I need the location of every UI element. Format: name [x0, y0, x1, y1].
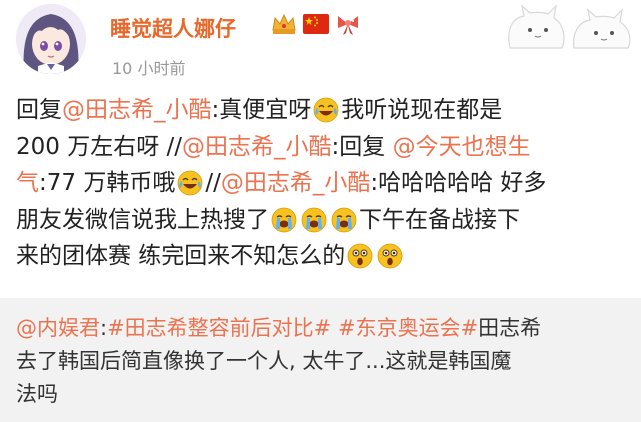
- ribbon-badge-icon[interactable]: [335, 11, 361, 41]
- anime-girl-avatar: [16, 4, 86, 74]
- user-avatar[interactable]: [16, 4, 86, 74]
- post-timestamp: 10 小时前: [112, 59, 186, 78]
- text-segment: 回复: [16, 97, 62, 123]
- post-line: 200 万左右呀 //@田志希_小酷:回复 @今天也想生: [16, 129, 631, 166]
- china-flag-icon: [303, 14, 329, 38]
- text-segment: 法吗: [16, 382, 58, 406]
- text-segment: :真便宜呀: [211, 97, 312, 123]
- text-segment: :回复: [331, 133, 393, 160]
- text-segment: 下午在备战接下: [359, 206, 520, 233]
- post-line: 朋友发微信说我上热搜了 下午在备战接下: [16, 202, 631, 239]
- repost-line: 法吗: [16, 378, 631, 411]
- repost-line: @内娱君: #田志希整容前后对比# #东京奥运会# 田志希: [16, 312, 631, 345]
- mention-link[interactable]: @内娱君: [16, 312, 100, 345]
- laugh-cry-emoji-icon: [311, 97, 341, 123]
- repost-line: 去了韩国后简直像换了一个人, 太牛了...这就是韩国魔: [16, 345, 631, 378]
- topic-link[interactable]: #东京奥运会#: [338, 312, 478, 345]
- crying-emoji-icon: [329, 207, 359, 233]
- crown-badge-icon[interactable]: [271, 12, 297, 40]
- mention-link[interactable]: @田志希_小酷: [221, 165, 371, 202]
- mention-link[interactable]: @今天也想生: [393, 129, 531, 166]
- text-segment: 田志希: [478, 316, 542, 340]
- crying-emoji-icon: [269, 207, 299, 233]
- post-line: 回复 @田志希_小酷:真便宜呀 我听说现在都是: [16, 92, 631, 129]
- text-segment: :77 万韩币哦: [39, 170, 176, 196]
- text-segment: :: [100, 316, 108, 340]
- text-segment: 200 万左右呀 //: [16, 133, 183, 160]
- crying-emoji-icon: [299, 207, 329, 233]
- laugh-cry-emoji-icon: [175, 170, 205, 196]
- repost-text: @内娱君: #田志希整容前后对比# #东京奥运会# 田志希去了韩国后简直像换了一个人…: [16, 312, 631, 411]
- cartoon-cats-icon: [508, 4, 631, 49]
- text-segment: 我听说现在都是: [341, 97, 503, 123]
- username[interactable]: 睡觉超人娜仔: [110, 13, 236, 43]
- mention-link[interactable]: @田志希_小酷: [182, 129, 332, 166]
- user-badges: [271, 12, 367, 40]
- post-line: 来的团体赛 练完回来不知怎么的: [16, 238, 631, 275]
- topic-link[interactable]: #田志希整容前后对比#: [107, 312, 331, 345]
- repost-card[interactable]: @内娱君: #田志希整容前后对比# #东京奥运会# 田志希去了韩国后简直像换了一个人…: [0, 298, 641, 422]
- text-segment: :哈哈哈哈哈 好多: [370, 170, 547, 196]
- text-segment: //: [205, 170, 221, 196]
- text-segment: 去了韩国后简直像换了一个人, 太牛了...这就是韩国魔: [16, 349, 512, 373]
- text-segment: [331, 312, 338, 345]
- post-header: 睡觉超人娜仔 10 小时前: [0, 0, 641, 90]
- text-segment: 来的团体赛 练完回来不知怎么的: [16, 243, 346, 269]
- mention-link[interactable]: 气: [16, 165, 39, 202]
- post-line: 气:77 万韩币哦 //@田志希_小酷:哈哈哈哈哈 好多: [16, 165, 631, 202]
- text-segment: 朋友发微信说我上热搜了: [16, 206, 269, 233]
- shocked-emoji-icon: [375, 243, 405, 269]
- post-text: 回复 @田志希_小酷:真便宜呀 我听说现在都是 200 万左右呀 //@田志希_小酷:…: [16, 92, 631, 275]
- shocked-emoji-icon: [345, 243, 375, 269]
- mention-link[interactable]: @田志希_小酷: [62, 92, 212, 129]
